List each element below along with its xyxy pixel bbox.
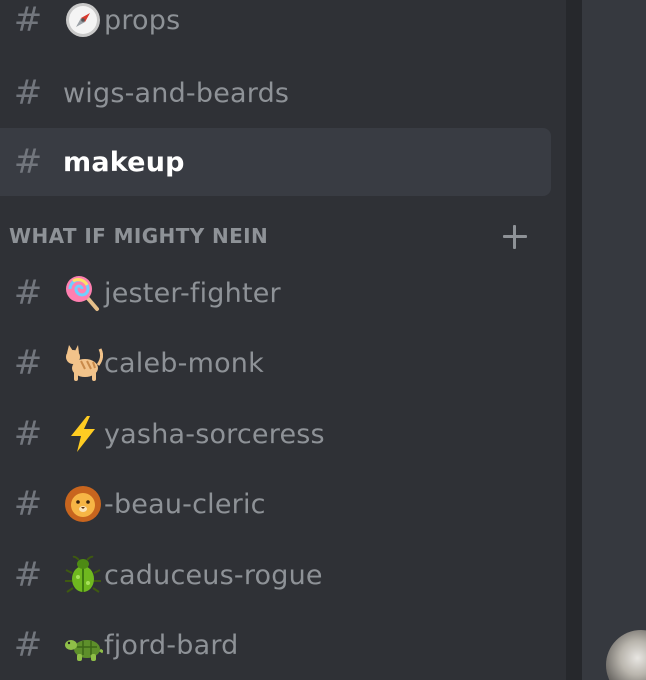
channel-makeup[interactable]: # makeup	[0, 128, 551, 196]
channel-name: jester-fighter	[104, 277, 281, 309]
app-window: # props # wigs-and-beards # makeup WHAT …	[0, 0, 646, 680]
channel-name: props	[104, 4, 181, 36]
category-header[interactable]: WHAT IF MIGHTY NEIN	[0, 214, 551, 260]
channel-caduceus-rogue[interactable]: # caduceus-rogue	[0, 541, 551, 609]
hash-icon: #	[13, 273, 43, 313]
channel-name: -beau-cleric	[104, 488, 266, 520]
hash-icon: #	[13, 142, 43, 182]
channel-name: wigs-and-beards	[63, 77, 290, 109]
cat-icon	[63, 343, 103, 383]
hash-icon: #	[13, 73, 43, 113]
channel-yasha-sorceress[interactable]: # yasha-sorceress	[0, 400, 551, 468]
beetle-icon	[63, 555, 103, 595]
compass-icon	[63, 0, 103, 40]
channel-caleb-monk[interactable]: # caleb-monk	[0, 329, 551, 397]
channel-fjord-bard[interactable]: # fjord-bard	[0, 611, 551, 679]
hash-icon: #	[13, 0, 43, 40]
hash-icon: #	[13, 555, 43, 595]
channel-name: caduceus-rogue	[104, 559, 323, 591]
lion-icon	[63, 484, 103, 524]
hash-icon: #	[13, 625, 43, 665]
channel-jester-fighter[interactable]: # jester-fighter	[0, 259, 551, 327]
channel-name: makeup	[63, 146, 185, 178]
channel-name: caleb-monk	[104, 347, 264, 379]
lightning-icon	[63, 414, 103, 454]
hash-icon: #	[13, 343, 43, 383]
main-panel	[582, 0, 646, 680]
turtle-icon	[63, 625, 103, 665]
lollipop-icon	[63, 273, 103, 313]
hash-icon: #	[13, 484, 43, 524]
channel-name: fjord-bard	[104, 629, 239, 661]
category-label: WHAT IF MIGHTY NEIN	[9, 224, 269, 248]
channel-sidebar: # props # wigs-and-beards # makeup WHAT …	[0, 0, 566, 680]
channel-beau-cleric[interactable]: # -beau-cleric	[0, 470, 551, 538]
hash-icon: #	[13, 414, 43, 454]
scrollbar-gutter	[566, 0, 582, 680]
channel-props[interactable]: # props	[0, 0, 551, 54]
channel-wigs-and-beards[interactable]: # wigs-and-beards	[0, 59, 551, 127]
channel-name: yasha-sorceress	[104, 418, 325, 450]
plus-icon[interactable]	[500, 222, 530, 252]
